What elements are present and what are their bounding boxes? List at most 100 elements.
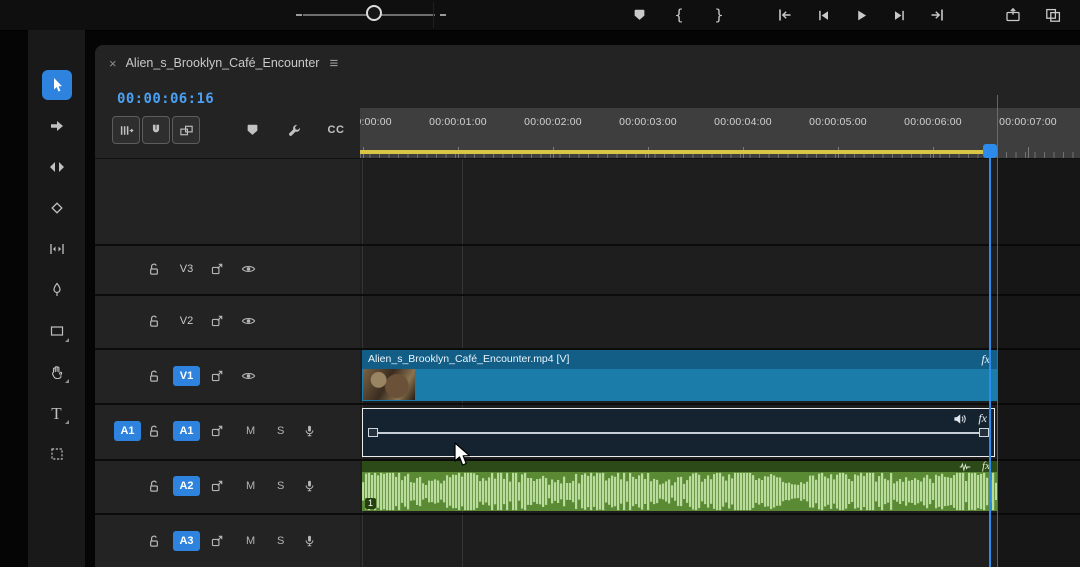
mute-button[interactable]: M (246, 480, 255, 492)
waveform-icon (959, 462, 971, 472)
track-header-v2: V2 (95, 294, 360, 348)
track-target-v2[interactable]: V2 (173, 311, 200, 331)
lock-icon[interactable] (147, 314, 161, 328)
track-target-a3[interactable]: A3 (173, 531, 200, 551)
slip-tool[interactable] (42, 234, 72, 264)
track-target-v1[interactable]: V1 (173, 366, 200, 386)
time-ruler[interactable]: 00:00:00:00 00:00:01:00 00:00:02:00 00:0… (360, 108, 1080, 158)
go-to-out-button[interactable] (928, 4, 946, 26)
fx-badge[interactable]: fx (978, 411, 987, 426)
step-back-button[interactable] (814, 4, 832, 26)
sync-lock-icon[interactable] (210, 262, 224, 276)
audio-clip-a1[interactable]: fx (362, 408, 995, 457)
pen-tool[interactable] (42, 275, 72, 305)
track-area: Alien_s_Brooklyn_Café_Encounter.mp4 [V] … (95, 158, 1080, 567)
track-header-a2: A2 M S (95, 459, 360, 513)
a2-waveform (362, 472, 997, 511)
comparison-view-icon[interactable] (1044, 4, 1062, 26)
lock-icon[interactable] (147, 424, 161, 438)
premiere-window: { } (0, 0, 1080, 567)
playhead-timecode[interactable]: 00:00:06:16 (117, 91, 214, 107)
track-select-forward-tool[interactable] (42, 111, 72, 141)
snap-toggle-button[interactable] (142, 116, 170, 144)
clip-title-strip: fx (362, 461, 997, 472)
selection-tool[interactable] (42, 70, 72, 100)
track-target-a2[interactable]: A2 (173, 476, 200, 496)
lock-icon[interactable] (147, 262, 161, 276)
mark-in-glyph: { (674, 6, 683, 24)
volume-handle-left[interactable] (368, 428, 378, 437)
add-marker-button[interactable] (630, 4, 648, 26)
playhead-line[interactable] (989, 157, 991, 567)
track-target-a1[interactable]: A1 (173, 421, 200, 441)
ripple-edit-tool[interactable] (42, 152, 72, 182)
mark-out-button[interactable]: } (710, 4, 728, 26)
type-tool[interactable]: T (42, 398, 72, 428)
track-header-a1: A1 A1 M S (95, 403, 360, 459)
hand-tool[interactable] (42, 357, 72, 387)
solo-button[interactable]: S (277, 480, 284, 492)
zoom-slider-knob[interactable] (366, 5, 382, 21)
marker-group: { } (630, 0, 728, 30)
sync-lock-icon[interactable] (210, 479, 224, 493)
export-group (1004, 0, 1062, 30)
track-target-v3[interactable]: V3 (173, 259, 200, 279)
lock-icon[interactable] (147, 534, 161, 548)
rectangle-tool[interactable] (42, 316, 72, 346)
go-to-in-button[interactable] (776, 4, 794, 26)
mark-out-glyph: } (714, 6, 723, 24)
video-clip-v1[interactable]: Alien_s_Brooklyn_Café_Encounter.mp4 [V] … (362, 350, 997, 401)
mic-icon[interactable] (303, 424, 316, 438)
ruler-label: 00:00:05:00 (809, 116, 867, 128)
playhead-handle[interactable] (983, 144, 997, 158)
mark-in-button[interactable]: { (670, 4, 688, 26)
eye-icon[interactable] (241, 368, 256, 383)
solo-button[interactable]: S (277, 535, 284, 547)
sync-lock-icon[interactable] (210, 424, 224, 438)
zoom-slider-max-tick (440, 14, 446, 16)
mute-button[interactable]: M (246, 425, 255, 437)
eye-icon[interactable] (241, 262, 256, 277)
mute-button[interactable]: M (246, 535, 255, 547)
track-content-area[interactable]: Alien_s_Brooklyn_Café_Encounter.mp4 [V] … (360, 159, 1080, 567)
sequence-end-line (997, 95, 998, 567)
audio-waveform (362, 472, 997, 511)
ruler-label: 00:00:06:00 (904, 116, 962, 128)
panel-divider (433, 2, 434, 28)
work-area-bar[interactable] (360, 150, 997, 154)
lock-icon[interactable] (147, 369, 161, 383)
beyond-sequence-end-shade (997, 159, 1080, 567)
sync-lock-icon[interactable] (210, 314, 224, 328)
timeline-tab-title[interactable]: Alien_s_Brooklyn_Café_Encounter (126, 56, 320, 70)
tools-panel: T (28, 30, 85, 567)
close-tab-icon[interactable]: × (109, 56, 117, 71)
solo-button[interactable]: S (277, 425, 284, 437)
export-frame-icon[interactable] (1004, 4, 1022, 26)
mic-icon[interactable] (303, 534, 316, 548)
timeline-settings-wrench-button[interactable] (280, 116, 308, 144)
sync-lock-icon[interactable] (210, 369, 224, 383)
mic-icon[interactable] (303, 479, 316, 493)
captions-button[interactable]: CC (322, 116, 350, 144)
source-patch-a1[interactable]: A1 (114, 421, 141, 441)
ruler-label: 00:00:04:00 (714, 116, 772, 128)
channel-badge: 1 (365, 498, 376, 509)
audio-clip-a2[interactable]: fx 1 (362, 461, 997, 511)
speaker-icon (953, 413, 967, 425)
timeline-add-marker-button[interactable] (238, 116, 266, 144)
zoom-slider-min-tick (296, 14, 302, 16)
play-button[interactable] (852, 4, 870, 26)
razor-tool[interactable] (42, 193, 72, 223)
volume-handle-right[interactable] (979, 428, 989, 437)
timeline-tab-bar: × Alien_s_Brooklyn_Café_Encounter ≡ (95, 45, 1080, 81)
nest-toggle-button[interactable] (112, 116, 140, 144)
timeline-panel: × Alien_s_Brooklyn_Café_Encounter ≡ 00:0… (95, 45, 1080, 567)
eye-icon[interactable] (241, 314, 256, 329)
lock-icon[interactable] (147, 479, 161, 493)
step-forward-button[interactable] (890, 4, 908, 26)
linked-selection-button[interactable] (172, 116, 200, 144)
panel-menu-icon[interactable]: ≡ (329, 55, 338, 72)
sync-lock-icon[interactable] (210, 534, 224, 548)
volume-rubber-band[interactable] (368, 432, 989, 434)
crop-tool[interactable] (42, 439, 72, 469)
